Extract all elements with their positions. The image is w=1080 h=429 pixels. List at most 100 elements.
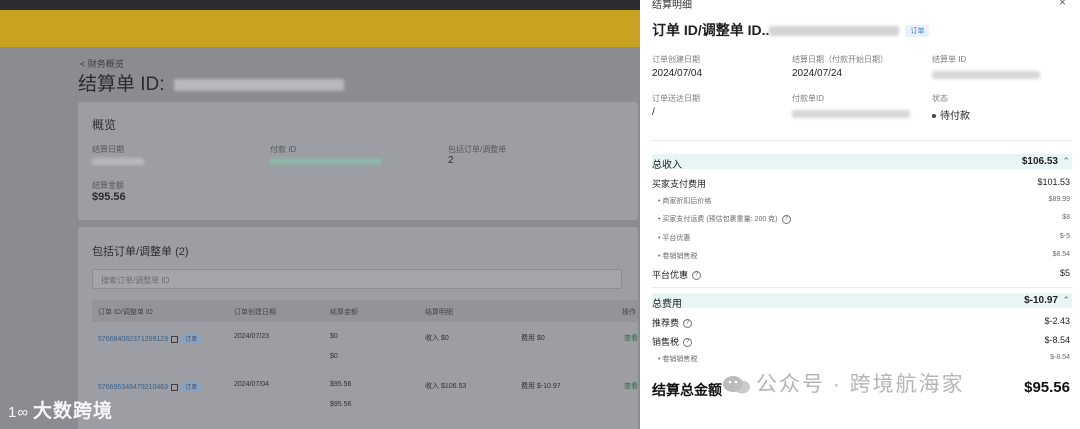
row-value: $8.54 <box>1052 251 1070 258</box>
watermark-right: 公众号 · 跨境航海家 <box>722 368 965 398</box>
order-created-label: 订单创建日期 <box>652 55 700 64</box>
row-label: • 平台优惠 <box>658 235 691 242</box>
row-value: $89.99 <box>1048 196 1070 203</box>
order-search-input[interactable]: 搜索订单/调整单 ID <box>92 269 622 289</box>
settle-date-label: 结算日期 <box>92 145 124 154</box>
total-value: $95.56 <box>1024 379 1070 396</box>
settle-amount-sub: $95.56 <box>330 401 352 408</box>
status-label: 状态 <box>932 94 948 103</box>
fee-detail: 费用 $0 <box>521 335 545 342</box>
payment-id-label: 付款 ID <box>270 145 297 154</box>
view-link[interactable]: 查看 <box>624 381 638 391</box>
overview-card: 概览 结算日期 付款 ID 包括订单/调整单 2 结算金额 $95.56 <box>78 102 638 220</box>
order-tag: 订单 <box>181 381 202 392</box>
chevron-up-icon[interactable]: ⌃ <box>1062 156 1070 167</box>
row-label: 平台优惠? <box>652 268 702 281</box>
wechat-icon <box>723 376 750 394</box>
settle-amount-label: 结算金额 <box>92 181 124 190</box>
row-label: • 卷销销售税 <box>658 356 698 363</box>
watermark-logo: 1∞ <box>8 404 30 421</box>
row-value: $-2.43 <box>1044 316 1070 326</box>
orders-table-header: 订单 ID/调整单 ID 订单创建日期 结算金额 结算明细 操作 <box>92 300 638 322</box>
orders-card: 包括订单/调整单 (2) 搜索订单/调整单 ID 订单 ID/调整单 ID 订单… <box>78 227 638 429</box>
settle-date-label: 结算日期（付款开始日期） <box>792 55 888 64</box>
settle-id-value <box>932 70 1040 81</box>
expense-summary-row[interactable]: 总费用 $-10.97 ⌃ <box>652 295 1072 310</box>
view-link[interactable]: 查看 <box>624 333 638 343</box>
expense-row-referral: 推荐费? $-2.43 <box>652 316 1072 330</box>
income-row-platform-discount: • 平台优惠 $-5 <box>652 233 1072 247</box>
income-row-buyer-paid: 买家支付费用 $101.53 <box>652 177 1072 191</box>
row-label-text: 销售税 <box>652 337 680 347</box>
th-action: 操作 <box>622 309 636 316</box>
status-value: 待付款 <box>932 107 970 122</box>
fee-detail: 费用 $-10.97 <box>521 383 561 390</box>
drawer-header: 结算明细 <box>652 0 692 11</box>
income-label: 总收入 <box>652 160 682 171</box>
order-id-link[interactable]: 576695348479210463 订单 <box>98 381 202 392</box>
row-label-text: • 买家支付运费 (预估包裹重量: 200 克) <box>658 216 778 223</box>
row-value: $5 <box>1059 268 1070 278</box>
help-icon[interactable]: ? <box>683 319 693 329</box>
background-page: < 财务概览 结算单 ID: 概览 结算日期 付款 ID 包括订单/调整单 2 … <box>0 47 640 429</box>
status-dot <box>932 114 936 119</box>
close-icon[interactable]: × <box>1059 0 1066 9</box>
redacted-settlement-id <box>173 78 344 91</box>
row-label: 销售税? <box>652 335 693 348</box>
th-settle-detail: 结算明细 <box>425 309 453 316</box>
row-value: $-5 <box>1059 233 1070 240</box>
th-order-id: 订单 ID/调整单 ID <box>98 309 153 316</box>
drawer-title: 订单 ID/调整单 ID.. 订单 <box>652 20 930 40</box>
watermark-left: 1∞ 大数跨境 <box>8 396 113 423</box>
divider <box>652 140 1072 141</box>
help-icon[interactable]: ? <box>781 214 791 224</box>
expense-row-sales-tax: 销售税? $-8.54 <box>652 335 1072 349</box>
row-label: 推荐费? <box>652 316 693 329</box>
th-created-date: 订单创建日期 <box>234 309 276 316</box>
th-settle-amount: 结算金额 <box>330 309 358 316</box>
order-id-link[interactable]: 576684082371269123 订单 <box>98 333 202 344</box>
help-icon[interactable]: ? <box>683 338 693 348</box>
created-date: 2024/07/04 <box>234 381 270 388</box>
page-title: 结算单 ID: <box>78 69 344 96</box>
row-value: $8 <box>1062 214 1070 221</box>
redacted-order-id <box>769 26 900 37</box>
status-text: 待付款 <box>940 111 970 122</box>
page-title-text: 结算单 ID: <box>78 74 165 95</box>
created-date: 2024/07/23 <box>234 333 270 340</box>
row-value: $-8.54 <box>1050 354 1070 361</box>
drawer-title-tag: 订单 <box>905 25 930 38</box>
watermark-right-text: 公众号 · 跨境航海家 <box>756 373 965 396</box>
order-tag: 订单 <box>181 333 202 344</box>
divider <box>652 287 1072 288</box>
settle-date-value: 2024/07/24 <box>792 68 843 79</box>
row-label: 买家支付费用 <box>652 179 707 189</box>
copy-icon[interactable] <box>171 335 179 343</box>
drawer-title-text: 订单 ID/调整单 ID.. <box>652 22 770 38</box>
expense-row-sales-tax-sub: • 卷销销售税 $-8.54 <box>652 354 1072 368</box>
order-created-value: 2024/07/04 <box>652 68 703 79</box>
row-label: • 买家支付运费 (预估包裹重量: 200 克)? <box>658 214 791 224</box>
total-label: 结算总金额 <box>652 382 722 398</box>
settle-amount: $0 <box>330 333 338 340</box>
settle-amount-sub: $0 <box>330 353 338 360</box>
chevron-up-icon[interactable]: ⌃ <box>1062 295 1070 306</box>
copy-icon[interactable] <box>171 383 179 391</box>
order-id-text[interactable]: 576695348479210463 <box>98 384 168 391</box>
settle-date-value <box>92 156 144 167</box>
row-label: • 商家折扣后价格 <box>658 198 712 205</box>
payment-id-label: 付款单ID <box>792 94 824 103</box>
row-value: $-8.54 <box>1044 335 1070 345</box>
settle-amount: $95.56 <box>330 381 352 388</box>
settle-id-label: 结算单 ID <box>932 55 967 64</box>
delivered-label: 订单送达日期 <box>652 94 700 103</box>
income-value: $106.53 <box>1021 156 1058 167</box>
payment-id-value <box>792 109 910 120</box>
help-icon[interactable]: ? <box>692 271 702 281</box>
income-summary-row[interactable]: 总收入 $106.53 ⌃ <box>652 156 1072 171</box>
order-id-text[interactable]: 576684082371269123 <box>98 336 168 343</box>
income-row-discounted-price: • 商家折扣后价格 $89.99 <box>652 196 1072 210</box>
row-label: • 卷销销售税 <box>658 253 698 260</box>
row-label-text: 推荐费 <box>652 318 680 328</box>
income-row-platform-promo: 平台优惠? $5 <box>652 268 1072 282</box>
